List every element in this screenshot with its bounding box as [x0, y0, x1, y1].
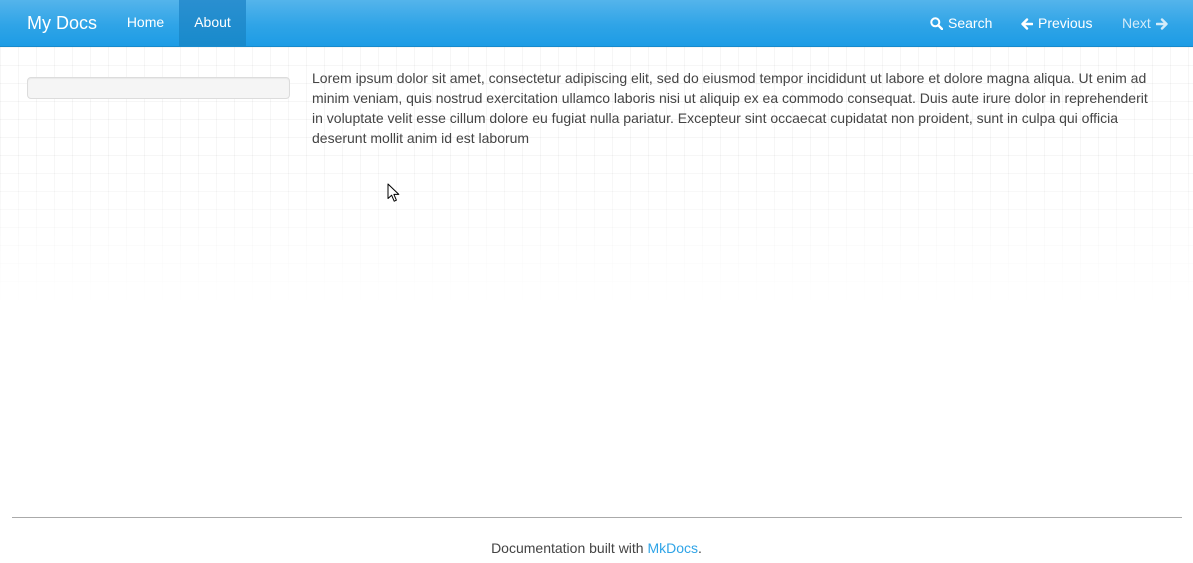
content-paragraph: Lorem ipsum dolor sit amet, consectetur … — [312, 70, 1148, 146]
next-button[interactable]: Next — [1122, 0, 1168, 47]
site-brand[interactable]: My Docs — [27, 12, 97, 34]
footer-text: Documentation built with — [491, 540, 648, 556]
previous-button[interactable]: Previous — [1021, 0, 1092, 47]
footer-divider — [12, 517, 1182, 518]
search-icon — [930, 17, 943, 30]
search-button[interactable]: Search — [930, 0, 992, 47]
search-label: Search — [948, 15, 993, 31]
navbar: My Docs Home About Search Previous Next — [0, 0, 1193, 47]
mkdocs-link[interactable]: MkDocs — [647, 540, 698, 556]
arrow-left-icon — [1021, 17, 1033, 30]
previous-label: Previous — [1038, 15, 1093, 31]
sidebar-toc — [27, 77, 290, 99]
nav-item-home[interactable]: Home — [113, 0, 178, 47]
next-label: Next — [1122, 15, 1151, 31]
nav-item-about[interactable]: About — [179, 0, 246, 47]
mouse-cursor-icon — [387, 183, 401, 203]
footer: Documentation built with MkDocs. — [0, 538, 1193, 558]
footer-suffix: . — [698, 540, 702, 556]
arrow-right-icon — [1155, 17, 1168, 30]
main-content: Lorem ipsum dolor sit amet, consectetur … — [312, 68, 1162, 148]
